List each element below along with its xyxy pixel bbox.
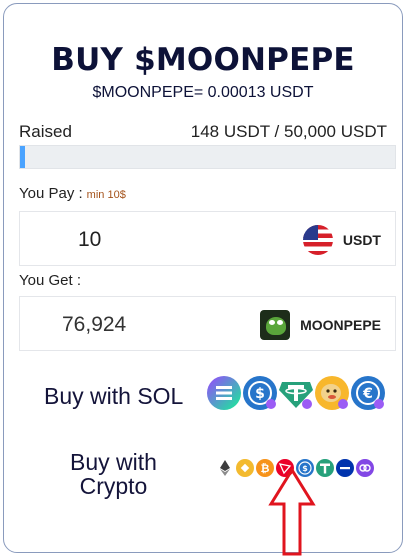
- svg-text:€: €: [362, 386, 373, 402]
- presale-card: BUY $MOONPEPE $MOONPEPE= 0.00013 USDT Ra…: [3, 3, 403, 556]
- get-token-name: MOONPEPE: [300, 317, 381, 333]
- progress-fill: [20, 146, 25, 168]
- raised-label: Raised: [19, 122, 72, 141]
- ethereum-icon[interactable]: [216, 459, 234, 477]
- euro-coin-sol-icon[interactable]: €: [351, 376, 385, 410]
- you-get-label: You Get :: [19, 272, 81, 289]
- get-amount: 76,924: [62, 313, 127, 336]
- get-token: MOONPEPE: [260, 310, 381, 340]
- tether-sol-icon[interactable]: [279, 376, 313, 410]
- up-arrow-icon: [268, 468, 316, 556]
- cardano-icon[interactable]: [336, 459, 354, 477]
- polygon-icon[interactable]: [356, 459, 374, 477]
- solana-icon[interactable]: [207, 376, 241, 410]
- bonk-sol-icon[interactable]: [315, 376, 349, 410]
- buy-with-sol-button[interactable]: Buy with SOL: [44, 383, 183, 410]
- pay-token-name: USDT: [342, 232, 381, 248]
- raise-progress-bar: [19, 145, 396, 169]
- pepe-icon: [260, 310, 291, 340]
- buy-crypto-line2: Crypto: [79, 473, 148, 499]
- raised-row: Raised 148 USDT / 50,000 USDT: [19, 122, 387, 142]
- usdc-sol-icon[interactable]: $: [243, 376, 277, 410]
- buy-crypto-line1: Buy with: [70, 449, 157, 475]
- raised-amount: 148 USDT / 50,000 USDT: [190, 122, 387, 141]
- us-flag-icon: [302, 225, 333, 255]
- you-pay-text: You Pay :: [19, 185, 83, 202]
- buy-with-crypto-button[interactable]: Buy with Crypto: [70, 450, 157, 498]
- pay-input-box[interactable]: 10 USDT: [19, 211, 396, 266]
- pay-amount-input[interactable]: 10: [78, 228, 101, 252]
- you-pay-label: You Pay : min 10$: [19, 185, 126, 202]
- get-output-box: 76,924 MOONPEPE: [19, 296, 396, 351]
- bnb-icon[interactable]: [236, 459, 254, 477]
- svg-text:$: $: [255, 386, 265, 402]
- min-note: min 10$: [86, 189, 126, 201]
- page-title: BUY $MOONPEPE: [51, 42, 355, 78]
- token-price: $MOONPEPE= 0.00013 USDT: [92, 84, 314, 101]
- pay-token-selector[interactable]: USDT: [302, 225, 381, 255]
- sol-token-icons[interactable]: $ €: [207, 376, 385, 410]
- tether-icon[interactable]: [316, 459, 334, 477]
